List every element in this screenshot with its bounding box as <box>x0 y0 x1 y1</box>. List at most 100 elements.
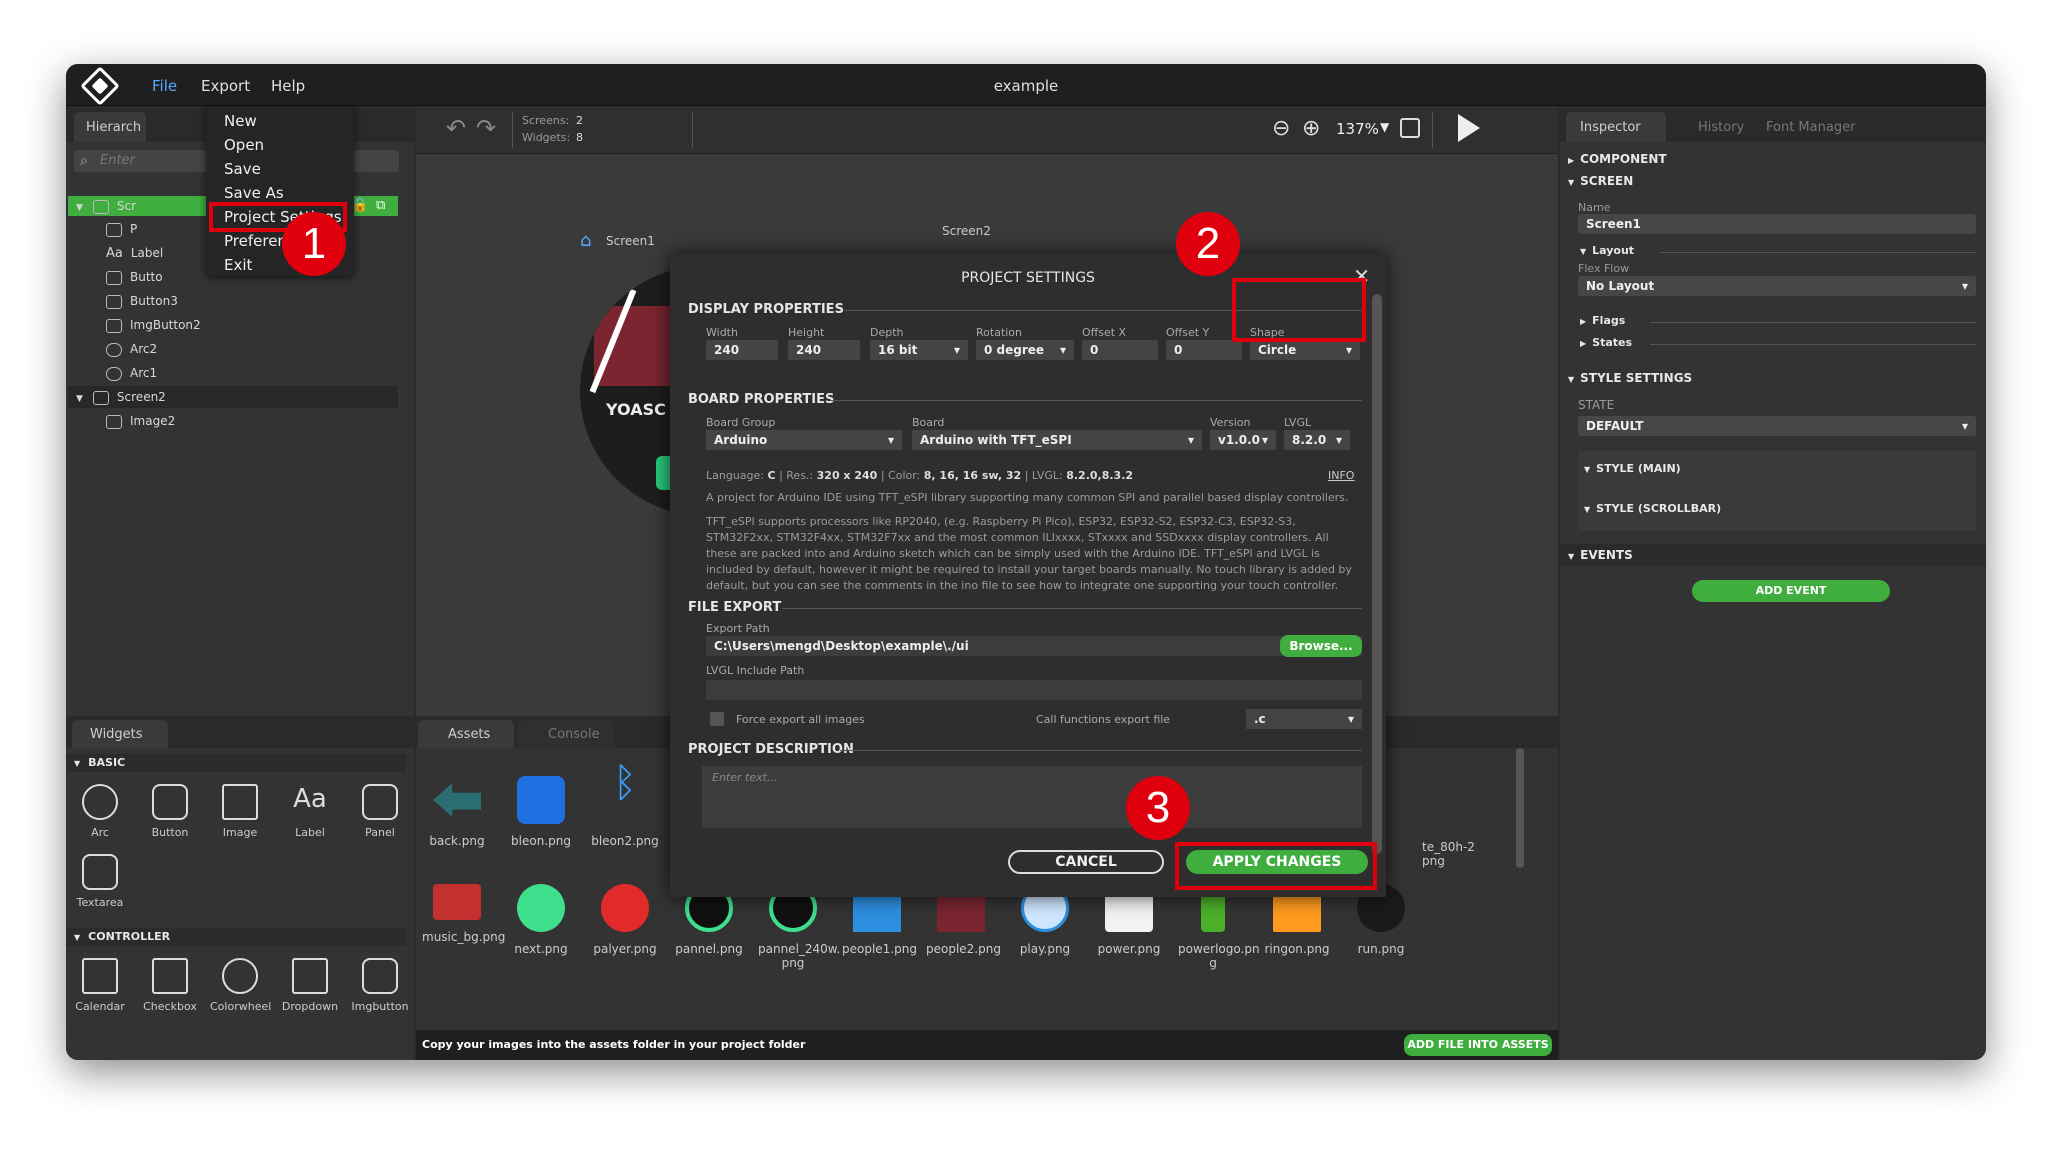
tree-item[interactable]: Arc1 <box>106 366 157 381</box>
style-main[interactable]: ▼ STYLE (MAIN) <box>1584 462 1681 475</box>
section-style-settings[interactable]: ▼ STYLE SETTINGS <box>1568 371 1692 385</box>
divider <box>692 112 693 148</box>
section-screen[interactable]: ▼ SCREEN <box>1568 174 1633 188</box>
asset-item[interactable]: next.png <box>506 884 576 956</box>
zoom-level[interactable]: 137% <box>1336 120 1379 138</box>
layout-dropdown[interactable]: No Layout <box>1578 276 1976 296</box>
tree-item[interactable]: Butto <box>106 270 163 285</box>
browse-button[interactable]: Browse... <box>1280 635 1362 657</box>
export-path-input[interactable]: C:\Users\mengd\Desktop\example\./ui <box>706 636 1362 656</box>
dialog-scrollbar[interactable] <box>1372 294 1382 854</box>
layout-subsection[interactable]: ▼ Layout <box>1580 244 1634 257</box>
asset-item[interactable]: music_bg.png <box>422 884 505 944</box>
asset-item[interactable]: te_80h-2 png <box>1422 840 1492 868</box>
screen-icon <box>92 390 109 405</box>
widget-dropdown[interactable]: Dropdown <box>280 958 340 1013</box>
fit-screen-icon[interactable] <box>1400 118 1420 138</box>
tree-item[interactable]: Image2 <box>106 414 175 429</box>
lock-icon[interactable]: 🔓 <box>352 198 368 213</box>
tree-item[interactable]: Aa Label <box>106 246 163 261</box>
cancel-button[interactable]: CANCEL <box>1008 850 1164 874</box>
checkbox-icon <box>152 958 188 994</box>
board-dropdown[interactable]: Arduino with TFT_eSPI <box>912 430 1202 450</box>
redo-icon[interactable]: ↷ <box>476 114 496 142</box>
menu-item-open[interactable]: Open <box>224 136 264 154</box>
name-field[interactable]: Screen1 <box>1578 214 1976 234</box>
project-description-textarea[interactable] <box>702 766 1362 828</box>
divider <box>512 112 513 148</box>
offset-x-input[interactable]: 0 <box>1082 340 1158 360</box>
depth-dropdown[interactable]: 16 bit <box>870 340 968 360</box>
zoom-in-icon[interactable]: ⊕ <box>1302 116 1320 141</box>
screen1-tab-label[interactable]: Screen1 <box>606 234 655 248</box>
section-events[interactable]: ▼ EVENTS <box>1568 548 1633 562</box>
version-dropdown[interactable]: v1.0.0 <box>1210 430 1276 450</box>
widget-arc[interactable]: Arc <box>70 784 130 839</box>
asset-label: pannel.png <box>675 942 743 956</box>
widget-imgbutton[interactable]: Imgbutton <box>350 958 410 1013</box>
asset-label: te_80h-2 png <box>1422 840 1475 868</box>
basic-section[interactable]: ▼ BASIC <box>74 756 125 769</box>
info-link[interactable]: INFO <box>1328 468 1354 484</box>
collapse-arrow-icon: ▶ <box>1580 317 1587 326</box>
lvgl-version-dropdown[interactable]: 8.2.0 <box>1284 430 1350 450</box>
tab-widgets[interactable]: Widgets <box>72 720 168 748</box>
widget-label[interactable]: Aa Label <box>280 784 340 839</box>
width-input[interactable]: 240 <box>706 340 778 360</box>
zoom-out-icon[interactable]: ⊖ <box>1272 116 1290 141</box>
name-label: Name <box>1578 201 1611 214</box>
force-export-checkbox[interactable] <box>710 712 724 726</box>
controller-section[interactable]: ▼ CONTROLLER <box>74 930 170 943</box>
asset-item[interactable]: bleon.png <box>506 776 576 848</box>
board-group-dropdown[interactable]: Arduino <box>706 430 902 450</box>
zoom-dropdown-icon[interactable]: ▼ <box>1380 120 1389 134</box>
style-scrollbar[interactable]: ▼ STYLE (SCROLLBAR) <box>1584 502 1721 515</box>
assets-scrollbar[interactable] <box>1516 748 1524 868</box>
tab-assets[interactable]: Assets <box>418 720 514 748</box>
annotation-marker-2: 2 <box>1176 212 1240 276</box>
offset-y-input[interactable]: 0 <box>1166 340 1242 360</box>
section-component[interactable]: ▶ COMPONENT <box>1568 152 1667 166</box>
asset-label: powerlogo.pn g <box>1178 942 1260 970</box>
lvgl-include-path-input[interactable] <box>706 680 1362 700</box>
tree-item[interactable]: P <box>106 222 137 237</box>
tab-inspector[interactable]: Inspector <box>1566 112 1666 142</box>
asset-label: run.png <box>1357 942 1405 956</box>
play-icon[interactable] <box>1458 114 1480 142</box>
menu-item-new[interactable]: New <box>224 112 257 130</box>
board-label: Board <box>912 416 945 429</box>
asset-item[interactable]: ᛒ bleon2.png <box>590 763 660 848</box>
tab-font-manager[interactable]: Font Manager <box>1766 120 1855 135</box>
tree-item[interactable]: ImgButton2 <box>106 318 201 333</box>
menu-item-save[interactable]: Save <box>224 160 261 178</box>
rotation-dropdown[interactable]: 0 degree <box>976 340 1074 360</box>
widget-button[interactable]: Button <box>140 784 200 839</box>
widget-checkbox[interactable]: Checkbox <box>140 958 200 1013</box>
tab-history[interactable]: History <box>1698 120 1744 135</box>
add-event-button[interactable]: ADD EVENT <box>1692 580 1890 602</box>
states-subsection[interactable]: ▶ States <box>1580 336 1632 349</box>
widget-textarea[interactable]: Textarea <box>70 854 130 909</box>
add-file-into-assets-button[interactable]: ADD FILE INTO ASSETS <box>1404 1034 1552 1056</box>
undo-icon[interactable]: ↶ <box>446 114 466 142</box>
widget-calendar[interactable]: Calendar <box>70 958 130 1013</box>
asset-item[interactable]: palyer.png <box>590 884 660 956</box>
tree-item[interactable]: Button3 <box>106 294 178 309</box>
section-label: Flags <box>1592 314 1626 327</box>
tab-console[interactable]: Console <box>518 720 614 748</box>
height-input[interactable]: 240 <box>788 340 860 360</box>
widget-colorwheel[interactable]: Colorwheel <box>210 958 271 1013</box>
call-functions-dropdown[interactable]: .c <box>1246 709 1362 729</box>
screen2-tab-label[interactable]: Screen2 <box>942 224 991 238</box>
tab-hierarchy[interactable]: Hierarch <box>74 112 146 142</box>
flags-subsection[interactable]: ▶ Flags <box>1580 314 1625 327</box>
widget-panel[interactable]: Panel <box>350 784 410 839</box>
shape-dropdown[interactable]: Circle <box>1250 340 1360 360</box>
menu-item-exit[interactable]: Exit <box>224 256 252 274</box>
tree-item[interactable]: Arc2 <box>106 342 157 357</box>
widget-image[interactable]: Image <box>210 784 270 839</box>
duplicate-icon[interactable]: ⧉ <box>376 198 385 213</box>
state-dropdown[interactable]: DEFAULT <box>1578 416 1976 436</box>
menu-item-save-as[interactable]: Save As <box>224 184 284 202</box>
asset-item[interactable]: back.png <box>422 776 492 848</box>
